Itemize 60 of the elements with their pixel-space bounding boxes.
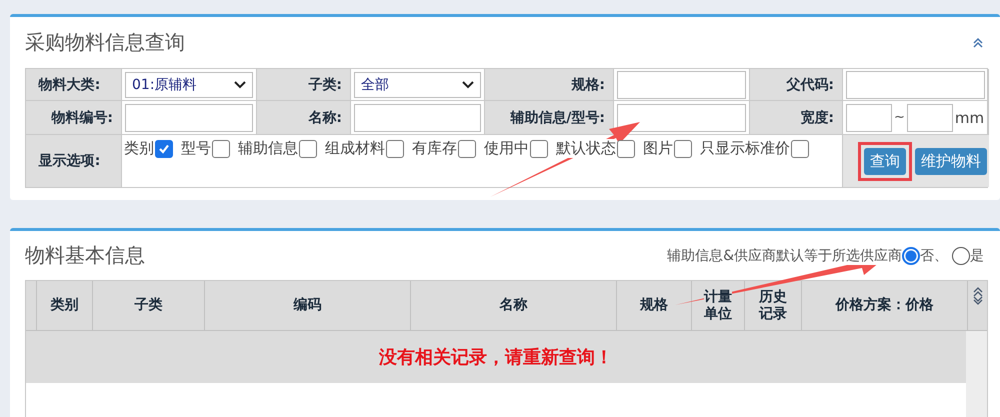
scrollbar[interactable] bbox=[966, 331, 987, 417]
checkbox-label: 只显示标准价 bbox=[700, 139, 790, 158]
column-header: 编码 bbox=[294, 297, 322, 314]
checkbox-label: 型号 bbox=[181, 139, 211, 158]
field-label: 辅助信息/型号: bbox=[485, 101, 614, 135]
input-field[interactable] bbox=[617, 70, 746, 98]
checkbox-label: 默认状态 bbox=[556, 139, 616, 158]
radio-label: 是 bbox=[970, 246, 984, 264]
checkbox[interactable] bbox=[386, 140, 404, 158]
column-header: 名称 bbox=[500, 297, 528, 314]
caret-icon bbox=[234, 80, 246, 88]
column-header: 规格 bbox=[640, 297, 668, 314]
column-header: 历史记录 bbox=[758, 288, 788, 322]
checkbox[interactable] bbox=[530, 140, 548, 158]
range-separator: ~ bbox=[894, 110, 905, 125]
input-field[interactable] bbox=[906, 104, 953, 132]
unit-label: mm bbox=[954, 108, 984, 126]
select-field[interactable]: 全部 bbox=[354, 72, 481, 98]
panel-title: 采购物料信息查询 bbox=[25, 29, 185, 56]
checkbox[interactable] bbox=[617, 140, 635, 158]
field-label: 物料编号: bbox=[26, 101, 122, 135]
input-field[interactable] bbox=[125, 104, 253, 132]
input-field[interactable] bbox=[846, 104, 892, 132]
input-field[interactable] bbox=[354, 104, 481, 132]
input-field[interactable] bbox=[617, 104, 746, 132]
field-label: 父代码: bbox=[750, 69, 843, 101]
select-field[interactable]: 01:原辅料 bbox=[125, 72, 253, 98]
checkbox-label: 组成材料 bbox=[325, 139, 385, 158]
action-button[interactable]: 查询 bbox=[864, 148, 906, 174]
expand-icon[interactable] bbox=[972, 285, 984, 307]
panel-title: 物料基本信息 bbox=[25, 242, 145, 269]
checkbox-label: 使用中 bbox=[484, 139, 529, 158]
field-label: 规格: bbox=[485, 69, 614, 101]
checkbox-label: 有库存 bbox=[412, 139, 457, 158]
checkbox[interactable] bbox=[674, 140, 692, 158]
checkbox[interactable] bbox=[458, 140, 476, 158]
checkbox-label: 图片 bbox=[643, 139, 673, 158]
checkbox[interactable] bbox=[299, 140, 317, 158]
radio-button[interactable] bbox=[952, 246, 970, 264]
field-label: 宽度: bbox=[750, 101, 843, 135]
checkbox[interactable] bbox=[155, 140, 173, 158]
checkbox-label: 类别 bbox=[124, 139, 154, 158]
field-label: 物料大类: bbox=[26, 69, 122, 101]
collapse-icon[interactable] bbox=[972, 36, 984, 48]
field-label: 显示选项: bbox=[26, 135, 122, 187]
column-header: 类别 bbox=[50, 297, 78, 314]
input-field[interactable] bbox=[846, 70, 985, 98]
column-header: 子类 bbox=[134, 297, 162, 314]
empty-message: 没有相关记录，请重新查询！ bbox=[26, 331, 966, 383]
checkbox-label: 辅助信息 bbox=[238, 139, 298, 158]
option-label: 辅助信息&供应商默认等于所选供应商 bbox=[667, 246, 902, 264]
action-button[interactable]: 维护物料 bbox=[915, 148, 987, 174]
column-header: 价格方案：价格 bbox=[836, 297, 934, 314]
caret-icon bbox=[462, 80, 474, 88]
field-label: 名称: bbox=[257, 101, 351, 135]
radio-button[interactable] bbox=[902, 246, 920, 264]
column-header: 计量单位 bbox=[704, 288, 732, 322]
field-label: 子类: bbox=[257, 69, 351, 101]
checkbox[interactable] bbox=[791, 140, 809, 158]
checkbox[interactable] bbox=[212, 140, 230, 158]
